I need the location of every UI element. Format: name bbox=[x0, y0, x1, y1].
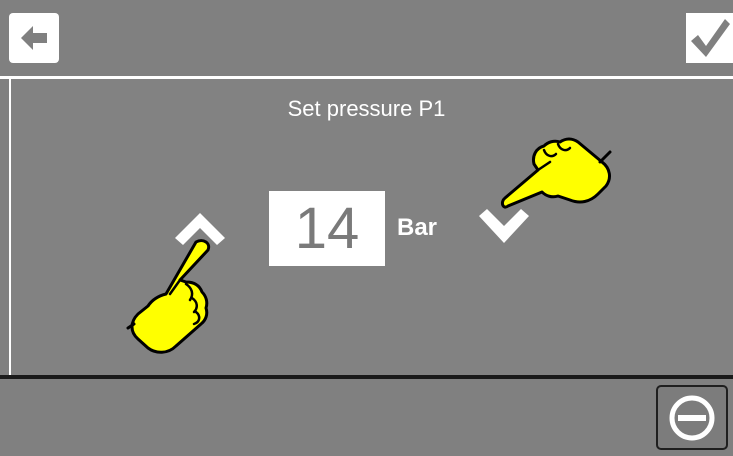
stop-button[interactable] bbox=[656, 385, 728, 450]
pointing-hand-icon bbox=[126, 236, 230, 356]
pressure-value-field[interactable]: 14 bbox=[269, 191, 385, 266]
page-title: Set pressure P1 bbox=[287, 96, 446, 121]
pressure-settings-screen: Set pressure P1 14 Bar bbox=[0, 0, 733, 456]
unit-label: Bar bbox=[397, 214, 438, 241]
arrow-left-icon bbox=[21, 26, 47, 50]
minus-circle-icon bbox=[669, 395, 715, 441]
top-bar bbox=[0, 0, 733, 76]
check-icon bbox=[691, 19, 730, 57]
pointing-hand-icon bbox=[500, 122, 618, 216]
bottom-bar bbox=[0, 379, 733, 456]
confirm-button[interactable] bbox=[686, 13, 733, 63]
back-button[interactable] bbox=[9, 13, 59, 63]
